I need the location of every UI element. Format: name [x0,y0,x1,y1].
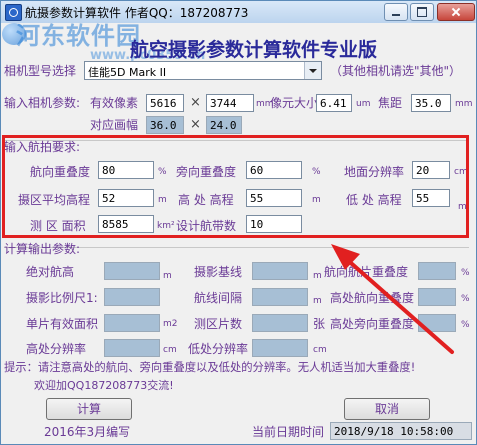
pixels-width-input[interactable]: 5616 [146,94,184,112]
photo-scale-label: 摄影比例尺1: [26,291,98,305]
high-side-overlap-label: 高处旁向重叠度 [330,317,415,331]
cancel-button[interactable]: 取消 [344,398,430,420]
high-forward-overlap-label: 高处航向重叠度 [330,291,415,305]
baseline-label: 摄影基线 [194,265,243,279]
hint-line-2: 欢迎加QQ187208773交流! [34,379,174,392]
percent-unit: % [461,320,470,330]
close-button[interactable] [437,3,475,21]
high-forward-overlap-output [418,288,456,306]
page-title: 航空摄影参数计算软件专业版 [130,39,378,61]
percent-unit: % [461,268,470,278]
frame-size-label: 对应画幅 [90,118,139,132]
focal-length-label: 焦距 [378,96,403,110]
maximize-button[interactable] [410,3,434,21]
pixel-size-label: 像元大小 [270,96,319,110]
baseline-output [252,262,308,280]
focal-length-input[interactable]: 35.0 [411,94,451,112]
watermark-site-name: 河东软件园 [16,22,141,50]
meter-unit: m [313,271,322,281]
photo-scale-output [104,288,160,306]
effective-pixels-label: 有效像素 [90,96,139,110]
m2-unit: m2 [163,319,178,329]
cm-unit: cm [163,345,177,355]
focal-length-unit: mm [455,99,473,109]
camera-model-value: 佳能5D Mark II [88,66,167,79]
pixels-height-input[interactable]: 3744 [206,94,254,112]
camera-model-select[interactable]: 佳能5D Mark II [84,61,322,80]
meter-unit: m [163,271,172,281]
frame-height-output: 24.0 [206,116,242,134]
highlight-box [2,135,469,238]
low-resolution-label: 低处分辨率 [188,342,249,356]
camera-model-label: 相机型号选择 [4,64,77,78]
sheet-unit: 张 [313,317,326,331]
pixel-size-unit: um [356,99,371,109]
pixel-size-input[interactable]: 6.41 [316,94,352,112]
chevron-down-icon[interactable] [304,62,321,79]
camera-params-label: 输入相机参数: [4,96,81,110]
hint-line-1: 提示：请注意高处的航向、旁向重叠度以及低处的分辨率。无人机适当加大重叠度! [4,361,416,374]
times-icon: × [190,117,201,132]
forward-photo-overlap-output [418,262,456,280]
cm-unit: cm [313,345,327,355]
minimize-button[interactable] [384,3,408,21]
edited-date-label: 2016年3月编写 [44,425,131,439]
current-datetime-output: 2018/9/18 10:58:00 [330,422,472,440]
other-camera-hint: （其他相机请选"其他"） [330,64,462,78]
times-icon: × [190,95,201,110]
absolute-height-label: 绝对航高 [26,265,75,279]
low-resolution-output [252,339,308,357]
percent-unit: % [461,294,470,304]
outputs-section-label: 计算输出参数: [4,242,81,256]
single-photo-area-output [104,314,160,332]
high-resolution-label: 高处分辨率 [26,342,87,356]
photo-count-output [252,314,308,332]
high-resolution-output [104,339,160,357]
high-side-overlap-output [418,314,456,332]
forward-photo-overlap-label: 航向航片重叠度 [324,265,409,279]
frame-width-output: 36.0 [146,116,184,134]
line-spacing-output [252,288,308,306]
current-datetime-label: 当前日期时间 [252,425,325,439]
calculate-button[interactable]: 计算 [46,398,132,420]
photo-count-label: 测区片数 [194,317,243,331]
absolute-height-output [104,262,160,280]
line-spacing-label: 航线间隔 [194,291,243,305]
meter-unit: m [313,296,322,306]
single-photo-area-label: 单片有效面积 [26,317,99,331]
